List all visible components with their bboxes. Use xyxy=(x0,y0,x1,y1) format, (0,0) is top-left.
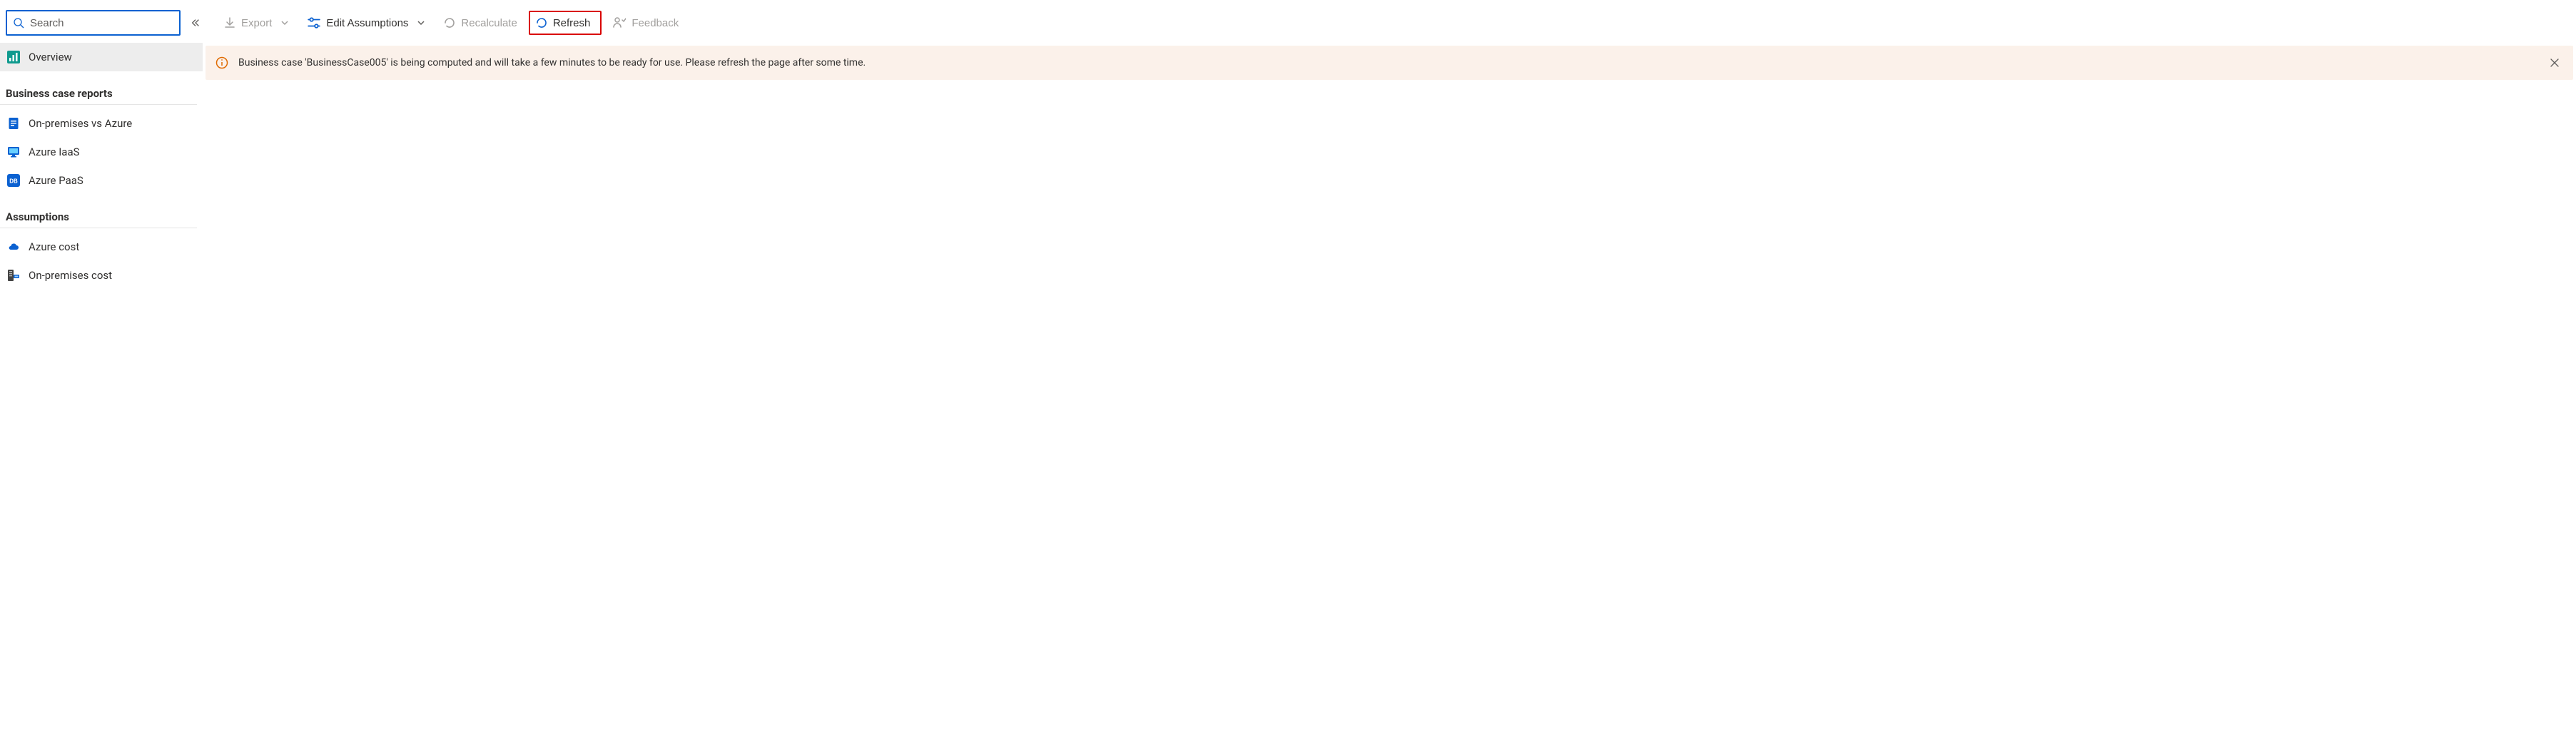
export-label: Export xyxy=(241,17,272,29)
sidebar-item-label: Azure PaaS xyxy=(29,174,83,187)
sidebar-item-label: On-premises cost xyxy=(29,269,112,282)
sidebar-item-label: Azure IaaS xyxy=(29,146,80,158)
cloud-icon xyxy=(7,240,20,253)
sidebar-item-label: Azure cost xyxy=(29,240,79,253)
edit-assumptions-button[interactable]: Edit Assumptions xyxy=(300,11,432,35)
feedback-label: Feedback xyxy=(632,17,679,29)
server-cost-icon xyxy=(7,269,20,282)
database-icon: DB xyxy=(7,174,20,187)
sidebar-item-label: On-premises vs Azure xyxy=(29,117,132,130)
search-box[interactable] xyxy=(6,10,181,36)
message-text: Business case 'BusinessCase005' is being… xyxy=(238,57,2536,68)
svg-text:DB: DB xyxy=(9,178,18,185)
sidebar-item-onprem-cost[interactable]: On-premises cost xyxy=(0,261,203,290)
sliders-icon xyxy=(308,16,320,29)
assumptions-list: Azure cost On-premises cost xyxy=(0,233,203,290)
sidebar-item-overview[interactable]: Overview xyxy=(0,43,203,71)
document-icon xyxy=(7,117,20,130)
recalculate-icon xyxy=(444,17,455,29)
feedback-button[interactable]: Feedback xyxy=(606,11,686,35)
search-icon xyxy=(13,17,24,29)
edit-assumptions-label: Edit Assumptions xyxy=(326,17,408,29)
sidebar-item-onprem-vs-azure[interactable]: On-premises vs Azure xyxy=(0,109,203,138)
toolbar: Export Edit Assumptions xyxy=(203,7,2576,39)
recalculate-label: Recalculate xyxy=(461,17,517,29)
info-icon xyxy=(215,56,228,69)
export-button[interactable]: Export xyxy=(217,11,296,35)
section-title-assumptions: Assumptions xyxy=(0,195,197,228)
chevron-down-icon xyxy=(417,19,425,27)
monitor-icon xyxy=(7,146,20,158)
refresh-label: Refresh xyxy=(553,17,591,29)
search-row xyxy=(0,10,203,36)
sidebar: Overview Business case reports On-premis… xyxy=(0,0,203,754)
sidebar-item-azure-paas[interactable]: DB Azure PaaS xyxy=(0,166,203,195)
reports-list: On-premises vs Azure Azure IaaS xyxy=(0,109,203,195)
overview-icon xyxy=(7,51,20,63)
main-pane: Export Edit Assumptions xyxy=(203,0,2576,754)
chevron-down-icon xyxy=(280,19,289,27)
sidebar-item-azure-cost[interactable]: Azure cost xyxy=(0,233,203,261)
close-icon xyxy=(2550,58,2560,68)
app-root: Overview Business case reports On-premis… xyxy=(0,0,2576,754)
chevron-double-left-icon xyxy=(191,18,201,28)
refresh-button[interactable]: Refresh xyxy=(529,11,602,35)
sidebar-item-label: Overview xyxy=(29,51,72,63)
sidebar-item-azure-iaas[interactable]: Azure IaaS xyxy=(0,138,203,166)
dismiss-message-button[interactable] xyxy=(2546,54,2563,71)
search-input[interactable] xyxy=(29,16,173,30)
section-title-reports: Business case reports xyxy=(0,71,197,105)
download-icon xyxy=(224,17,235,29)
feedback-icon xyxy=(613,16,626,29)
refresh-icon xyxy=(536,17,547,29)
info-message-bar: Business case 'BusinessCase005' is being… xyxy=(206,46,2573,80)
recalculate-button[interactable]: Recalculate xyxy=(437,11,524,35)
